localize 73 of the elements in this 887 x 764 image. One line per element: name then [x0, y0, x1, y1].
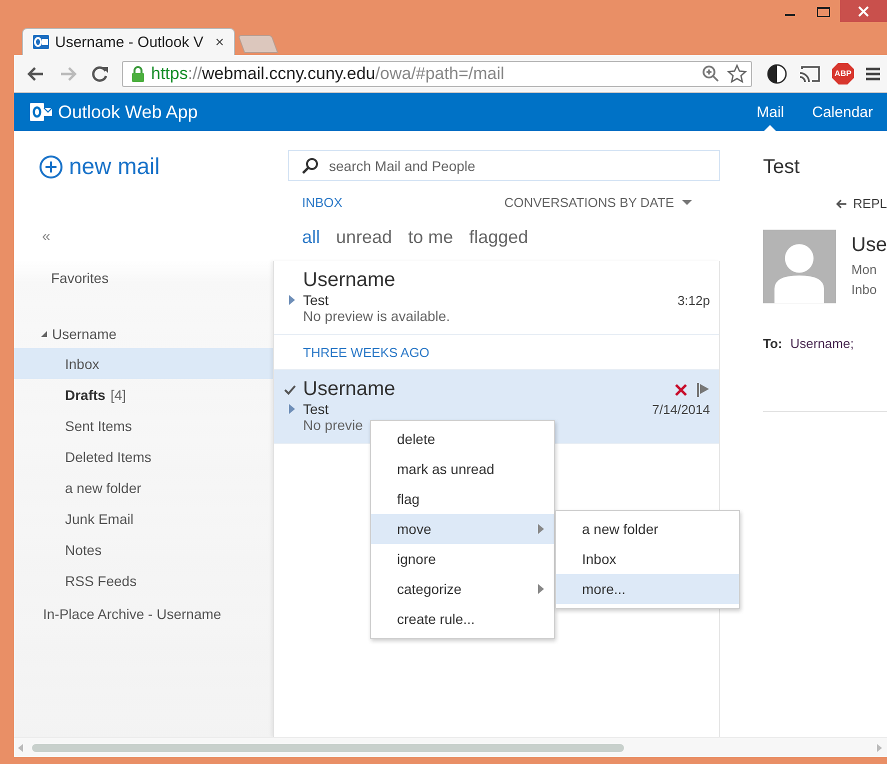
folder-title[interactable]: INBOX: [302, 195, 342, 210]
expand-triangle-icon[interactable]: [289, 295, 295, 305]
message-subject: Test: [303, 401, 329, 417]
check-icon[interactable]: [284, 385, 296, 395]
zoom-icon[interactable]: [701, 64, 721, 84]
message-subject: Test: [763, 156, 801, 179]
message-subject: Test: [303, 292, 329, 308]
menu-item[interactable]: Inbox: [556, 544, 739, 574]
filter-tab[interactable]: flagged: [469, 227, 528, 248]
sender-name: Use: [851, 234, 887, 257]
filter-tab[interactable]: to me: [408, 227, 454, 248]
delete-icon[interactable]: [674, 382, 688, 396]
folder-item[interactable]: RSS Feeds: [14, 565, 273, 596]
folder-item[interactable]: Deleted Items: [14, 441, 273, 472]
menu-item[interactable]: more...: [556, 574, 739, 604]
address-bar[interactable]: https://webmail.ccny.cuny.edu/owa/#path=/mail: [122, 60, 752, 86]
to-label: To:: [763, 336, 782, 351]
menu-item[interactable]: categorize: [371, 574, 554, 604]
menu-item[interactable]: a new folder: [556, 514, 739, 544]
contrast-icon[interactable]: [766, 62, 788, 84]
search-icon: [301, 157, 319, 175]
adblock-icon[interactable]: ABP: [832, 62, 854, 84]
menu-item[interactable]: mark as unread: [371, 454, 554, 484]
message-preview: No previe: [303, 417, 364, 433]
message-time: 7/14/2014: [652, 402, 710, 416]
search-field[interactable]: search Mail and People: [288, 150, 720, 181]
filter-tab[interactable]: all: [302, 227, 320, 248]
folder-item[interactable]: Sent Items: [14, 410, 273, 441]
archive-folder[interactable]: In-Place Archive - Username: [43, 606, 222, 622]
menu-item[interactable]: create rule...: [371, 604, 554, 634]
new-mail-button[interactable]: new mail: [39, 153, 160, 180]
reply-button[interactable]: REPL: [835, 196, 887, 211]
plus-circle-icon: [39, 154, 63, 178]
app-title: Outlook Web App: [58, 102, 198, 122]
collapse-button[interactable]: «: [42, 228, 50, 245]
selected-pointer-icon: [764, 125, 776, 131]
close-icon[interactable]: [840, 0, 887, 22]
folder-item[interactable]: Junk Email: [14, 503, 273, 534]
tab-close-button[interactable]: ×: [215, 34, 224, 50]
avatar-icon: [763, 228, 836, 305]
menu-item[interactable]: flag: [371, 484, 554, 514]
nav-tab[interactable]: Mail: [742, 93, 798, 131]
nav-tab[interactable]: Calendar: [798, 93, 887, 131]
message-preview: No preview is available.: [303, 308, 452, 324]
scrollbar-thumb[interactable]: [32, 744, 624, 752]
folder-item[interactable]: Drafts [4]: [14, 379, 273, 410]
cast-icon[interactable]: [798, 64, 822, 84]
sort-dropdown[interactable]: CONVERSATIONS BY DATE: [504, 195, 692, 210]
expand-triangle-icon[interactable]: [289, 404, 295, 414]
outlook-logo-icon: [30, 102, 52, 122]
folder-item[interactable]: Inbox: [14, 348, 273, 379]
outlook-logo-icon: [33, 34, 49, 50]
tab-title: Username - Outlook V: [55, 34, 204, 50]
caret-icon: [682, 200, 692, 206]
star-icon[interactable]: [727, 64, 747, 84]
menu-item[interactable]: ignore: [371, 544, 554, 574]
flag-icon[interactable]: [696, 382, 710, 396]
folder-item[interactable]: a new folder: [14, 472, 273, 503]
folder-item[interactable]: Notes: [14, 534, 273, 565]
folder-name: Inbo: [851, 282, 878, 297]
reload-icon[interactable]: [90, 64, 110, 84]
filter-tab[interactable]: unread: [336, 227, 392, 248]
recipient-name[interactable]: Username;: [790, 336, 854, 351]
url-text: https://webmail.ccny.cuny.edu/owa/#path=/mail: [151, 64, 506, 84]
menu-item[interactable]: move: [371, 514, 554, 544]
lock-icon: [131, 64, 145, 82]
message-time: 3:12p: [677, 292, 710, 308]
message-item[interactable]: Username Test 3:12p No preview is available.: [274, 261, 719, 335]
sender-name: Username: [303, 378, 396, 401]
sent-date: Mon: [851, 262, 878, 277]
account-name: Username: [52, 326, 117, 342]
favorites-heading[interactable]: Favorites: [51, 270, 109, 286]
sender-name: Username: [303, 269, 396, 292]
